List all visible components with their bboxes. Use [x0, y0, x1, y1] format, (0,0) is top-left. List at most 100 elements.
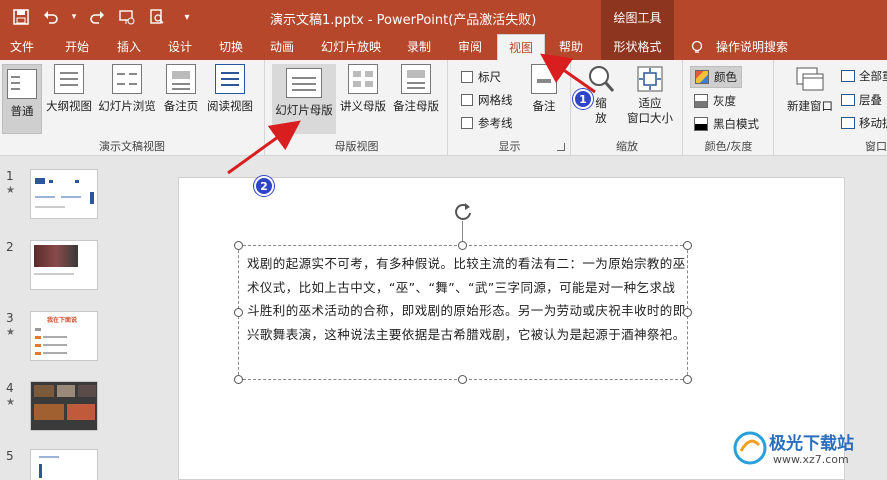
new-window-button[interactable]: 新建窗口	[783, 64, 837, 114]
slide-master-button[interactable]: 幻灯片母版	[272, 64, 336, 134]
document-title: 演示文稿1.pptx - PowerPoint(产品激活失败)	[270, 13, 537, 28]
fit-to-window-button[interactable]: 适应 窗口大小	[622, 64, 678, 126]
slide-number: 5	[6, 449, 14, 463]
normal-view-button[interactable]: 普通	[2, 64, 42, 134]
group-zoom: 缩 放 适应 窗口大小 缩放	[572, 60, 683, 156]
slide-body-text[interactable]: 戏剧的起源实不可考，有多种假说。比较主流的看法有二：一为原始宗教的巫术仪式，比如…	[247, 252, 687, 346]
undo-dropdown-icon[interactable]: ▾	[70, 7, 78, 27]
tab-design[interactable]: 设计	[163, 34, 197, 60]
resize-handle[interactable]	[683, 308, 692, 317]
move-split-icon	[841, 117, 855, 129]
resize-handle[interactable]	[683, 375, 692, 384]
tab-slideshow[interactable]: 幻灯片放映	[316, 34, 386, 60]
black-white-swatch-icon	[694, 117, 708, 131]
resize-handle[interactable]	[683, 241, 692, 250]
notes-master-label: 备注母版	[393, 99, 439, 113]
presentation-views-label: 演示文稿视图	[99, 140, 165, 153]
undo-icon[interactable]	[40, 7, 62, 27]
outline-view-button[interactable]: 大纲视图	[44, 64, 94, 114]
ruler-label: 标尺	[478, 70, 501, 84]
slide-thumbnail-5[interactable]	[30, 449, 98, 480]
slide-sorter-label: 幻灯片浏览	[98, 99, 156, 113]
black-white-button[interactable]: 黑白模式	[690, 113, 763, 135]
tab-animations[interactable]: 动画	[265, 34, 299, 60]
tab-view[interactable]: 视图	[497, 34, 545, 60]
lightbulb-icon	[691, 40, 703, 53]
tab-insert[interactable]: 插入	[112, 34, 146, 60]
watermark-title: 极光下载站	[769, 434, 854, 454]
master-views-label: 母版视图	[334, 140, 379, 153]
quick-access-toolbar: ▾ ▾	[10, 7, 198, 27]
notes-button[interactable]: 备注	[527, 64, 561, 114]
cascade-button[interactable]: 层叠	[841, 92, 882, 108]
tab-review[interactable]: 审阅	[453, 34, 487, 60]
slide-thumbnails-pane: 1 ★ 2 3 ★ 我在下面说 4 ★ 5	[0, 157, 166, 480]
tab-home[interactable]: 开始	[60, 34, 94, 60]
move-split-label: 移动拆	[859, 116, 887, 130]
slide-thumbnail-4[interactable]	[30, 381, 98, 431]
start-slideshow-icon[interactable]	[116, 7, 138, 27]
tab-record[interactable]: 录制	[402, 34, 436, 60]
slide-number: 3	[6, 311, 14, 325]
handout-master-button[interactable]: 讲义母版	[338, 64, 388, 114]
contextual-tools-label: 绘图工具	[601, 0, 674, 34]
arrange-all-button[interactable]: 全部重	[841, 68, 887, 84]
resize-handle[interactable]	[234, 308, 243, 317]
notes-icon	[531, 64, 557, 94]
color-label: 颜色	[714, 70, 737, 84]
magnifier-icon	[589, 66, 615, 92]
slide-sorter-button[interactable]: 幻灯片浏览	[97, 64, 157, 114]
resize-handle[interactable]	[234, 241, 243, 250]
group-master-views: 幻灯片母版 讲义母版 备注母版 母版视图	[266, 60, 448, 156]
resize-handle[interactable]	[234, 375, 243, 384]
step-badge-1: 1	[573, 89, 593, 109]
arrange-all-icon	[841, 70, 855, 82]
notes-page-icon	[166, 64, 196, 94]
step-badge-2: 2	[254, 176, 274, 196]
window-group-label: 窗口	[865, 140, 887, 153]
tab-help[interactable]: 帮助	[554, 34, 588, 60]
fit-to-window-label: 适应 窗口大小	[627, 96, 673, 125]
rotate-handle-icon[interactable]	[452, 201, 474, 223]
tell-me-search[interactable]: 操作说明搜索	[714, 34, 790, 60]
print-preview-icon[interactable]	[146, 7, 168, 27]
redo-icon[interactable]	[86, 7, 108, 27]
tab-file[interactable]: 文件	[6, 34, 38, 60]
normal-view-icon	[7, 69, 37, 99]
save-icon[interactable]	[10, 7, 32, 27]
move-split-button[interactable]: 移动拆	[841, 115, 887, 131]
resize-handle[interactable]	[458, 241, 467, 250]
slide-master-label: 幻灯片母版	[275, 103, 333, 117]
cascade-label: 层叠	[859, 93, 882, 107]
group-color-grayscale: 颜色 灰度 黑白模式 颜色/灰度	[684, 60, 774, 156]
gridlines-checkbox[interactable]: 网格线	[461, 92, 513, 108]
slide-sorter-icon	[112, 64, 142, 94]
notes-master-button[interactable]: 备注母版	[390, 64, 442, 114]
customize-qat-icon[interactable]: ▾	[176, 7, 198, 27]
watermark-logo-icon	[733, 431, 767, 465]
notes-page-button[interactable]: 备注页	[161, 64, 201, 114]
tab-shape-format[interactable]: 形状格式	[601, 34, 674, 60]
slide-thumbnail-1[interactable]	[30, 169, 98, 219]
fit-to-window-icon	[637, 66, 663, 92]
resize-handle[interactable]	[458, 375, 467, 384]
slide-number: 4	[6, 381, 14, 395]
cascade-icon	[841, 94, 855, 106]
black-white-label: 黑白模式	[713, 117, 759, 131]
ribbon-tabs: 文件 开始 插入 设计 切换 动画 幻灯片放映 录制 审阅 视图 帮助 形状格式…	[0, 34, 887, 60]
group-presentation-views: 普通 大纲视图 幻灯片浏览 备注页 阅读视图 演示文稿视图	[0, 60, 265, 156]
slide-master-icon	[286, 68, 322, 98]
outline-view-label: 大纲视图	[46, 99, 92, 113]
reading-view-button[interactable]: 阅读视图	[204, 64, 256, 114]
gridlines-label: 网格线	[478, 93, 513, 107]
handout-master-icon	[348, 64, 378, 94]
guides-checkbox[interactable]: 参考线	[461, 115, 513, 131]
color-button[interactable]: 颜色	[690, 66, 742, 88]
ruler-checkbox[interactable]: 标尺	[461, 69, 501, 85]
normal-view-label: 普通	[10, 104, 34, 118]
slide-thumbnail-3[interactable]: 我在下面说	[30, 311, 98, 361]
guides-label: 参考线	[478, 116, 513, 130]
tab-transitions[interactable]: 切换	[214, 34, 248, 60]
grayscale-button[interactable]: 灰度	[690, 90, 740, 112]
slide-thumbnail-2[interactable]	[30, 240, 98, 290]
